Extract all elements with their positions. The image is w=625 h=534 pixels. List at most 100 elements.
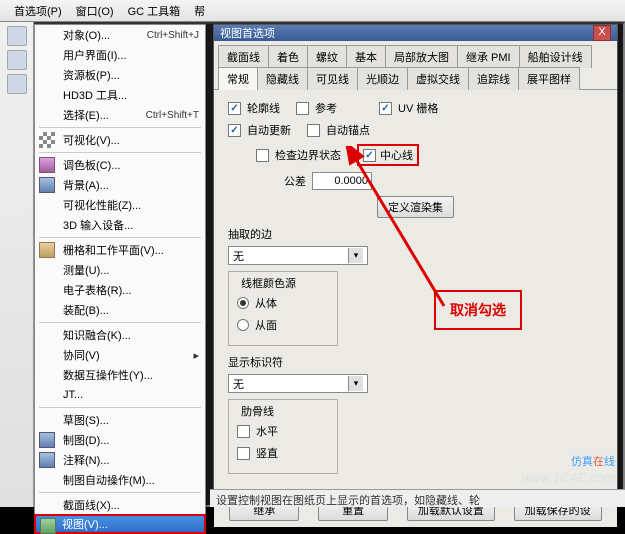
menu-item[interactable]: 协同(V)▸ bbox=[35, 345, 205, 365]
chevron-down-icon: ▾ bbox=[348, 248, 363, 263]
menu-label: 调色板(C)... bbox=[63, 157, 120, 173]
dialog-title-text: 视图首选项 bbox=[220, 25, 275, 41]
menu-preferences[interactable]: 首选项(P) bbox=[8, 1, 68, 21]
menu-item[interactable]: HD3D 工具... bbox=[35, 85, 205, 105]
label-auto-update: 自动更新 bbox=[247, 122, 291, 138]
checkbox-reference[interactable] bbox=[296, 102, 309, 115]
tool-icon[interactable] bbox=[7, 26, 27, 46]
menu-item[interactable]: 装配(B)... bbox=[35, 300, 205, 320]
wireframe-color-group: 线框颜色源 从体 从面 bbox=[228, 271, 338, 346]
tab-展平图样[interactable]: 展平图样 bbox=[518, 67, 580, 90]
menu-icon bbox=[39, 132, 55, 148]
status-bar: 设置控制视图在图纸页上显示的首选项，如隐藏线、轮 bbox=[210, 489, 625, 507]
menu-item[interactable]: 用户界面(I)... bbox=[35, 45, 205, 65]
tool-icon[interactable] bbox=[7, 74, 27, 94]
tab-可见线[interactable]: 可见线 bbox=[307, 67, 358, 90]
menu-label: 草图(S)... bbox=[63, 412, 109, 428]
menu-item[interactable]: 制图自动操作(M)... bbox=[35, 470, 205, 490]
menu-icon bbox=[39, 177, 55, 193]
radio-from-face[interactable] bbox=[237, 319, 249, 331]
menu-gc-toolbox[interactable]: GC 工具箱 bbox=[122, 1, 187, 21]
menu-label: 选择(E)... bbox=[63, 107, 109, 123]
tab-局部放大图[interactable]: 局部放大图 bbox=[385, 45, 458, 68]
menu-item[interactable]: 注释(N)... bbox=[35, 450, 205, 470]
menu-item[interactable]: 对象(O)... Ctrl+Shift+J bbox=[35, 25, 205, 45]
menu-label: 截面线(X)... bbox=[63, 497, 120, 513]
menu-item[interactable]: 截面线(X)... bbox=[35, 495, 205, 515]
label-auto-anchor: 自动锚点 bbox=[326, 122, 370, 138]
menu-window[interactable]: 窗口(O) bbox=[70, 1, 120, 21]
extract-edge-value: 无 bbox=[233, 248, 244, 264]
menu-label: 可视化(V)... bbox=[63, 132, 120, 148]
display-id-value: 无 bbox=[233, 376, 244, 392]
menu-item[interactable]: 资源板(P)... bbox=[35, 65, 205, 85]
menu-label: 对象(O)... bbox=[63, 27, 110, 43]
menu-label: 视图(V)... bbox=[62, 516, 108, 532]
radio-from-body[interactable] bbox=[237, 297, 249, 309]
menu-label: 可视化性能(Z)... bbox=[63, 197, 141, 213]
annotation-box: 取消勾选 bbox=[434, 290, 522, 330]
menu-item[interactable]: 草图(S)... bbox=[35, 410, 205, 430]
menu-item[interactable]: 3D 输入设备... bbox=[35, 215, 205, 235]
tab-基本[interactable]: 基本 bbox=[346, 45, 386, 68]
tab-光顺边[interactable]: 光顺边 bbox=[357, 67, 408, 90]
menu-label: 背景(A)... bbox=[63, 177, 109, 193]
tab-虚拟交线[interactable]: 虚拟交线 bbox=[407, 67, 469, 90]
checkbox-outline[interactable] bbox=[228, 102, 241, 115]
chevron-down-icon: ▾ bbox=[348, 376, 363, 391]
label-extract-edge: 抽取的边 bbox=[228, 226, 603, 242]
menu-label: 数据互操作性(Y)... bbox=[63, 367, 153, 383]
tool-icon[interactable] bbox=[7, 50, 27, 70]
label-from-face: 从面 bbox=[255, 317, 277, 333]
display-id-select[interactable]: 无 ▾ bbox=[228, 374, 368, 393]
tab-隐藏线[interactable]: 隐藏线 bbox=[257, 67, 308, 90]
checkbox-horizontal[interactable] bbox=[237, 425, 250, 438]
menu-item[interactable]: JT... bbox=[35, 385, 205, 405]
tab-着色[interactable]: 着色 bbox=[268, 45, 308, 68]
tab-船舶设计线[interactable]: 船舶设计线 bbox=[519, 45, 592, 68]
checkbox-uv-grid[interactable] bbox=[379, 102, 392, 115]
label-uv-grid: UV 栅格 bbox=[398, 100, 438, 116]
menu-label: 制图自动操作(M)... bbox=[63, 472, 155, 488]
menu-item[interactable]: 电子表格(R)... bbox=[35, 280, 205, 300]
label-display-identifier: 显示标识符 bbox=[228, 354, 603, 370]
menu-item[interactable]: 视图(V)... bbox=[34, 514, 206, 534]
tab-常规[interactable]: 常规 bbox=[218, 67, 258, 90]
menu-item[interactable]: 栅格和工作平面(V)... bbox=[35, 240, 205, 260]
menu-item[interactable]: 背景(A)... bbox=[35, 175, 205, 195]
tab-追踪线[interactable]: 追踪线 bbox=[468, 67, 519, 90]
menu-icon bbox=[39, 157, 55, 173]
checkbox-auto-anchor[interactable] bbox=[307, 124, 320, 137]
menu-help[interactable]: 帮 bbox=[188, 1, 211, 21]
menu-label: JT... bbox=[63, 389, 83, 401]
dialog-body: 轮廓线 参考 UV 栅格 自动更新 自动锚点 检查边界状态 中心线 公差 bbox=[214, 90, 617, 492]
tab-螺纹[interactable]: 螺纹 bbox=[307, 45, 347, 68]
extract-edge-select[interactable]: 无 ▾ bbox=[228, 246, 368, 265]
menu-icon bbox=[39, 432, 55, 448]
tab-截面线[interactable]: 截面线 bbox=[218, 45, 269, 68]
menu-item[interactable]: 调色板(C)... bbox=[35, 155, 205, 175]
tolerance-input[interactable] bbox=[312, 172, 372, 190]
menu-item[interactable]: 数据互操作性(Y)... bbox=[35, 365, 205, 385]
tab-继承 PMI[interactable]: 继承 PMI bbox=[457, 45, 520, 68]
menu-shortcut: Ctrl+Shift+J bbox=[147, 30, 199, 41]
menu-item[interactable]: 选择(E)... Ctrl+Shift+T bbox=[35, 105, 205, 125]
menu-label: 注释(N)... bbox=[63, 452, 109, 468]
group-title-rib: 肋骨线 bbox=[237, 403, 278, 419]
menu-shortcut: Ctrl+Shift+T bbox=[146, 110, 199, 121]
menu-item[interactable]: 制图(D)... bbox=[35, 430, 205, 450]
menu-item[interactable]: 知识融合(K)... bbox=[35, 325, 205, 345]
checkbox-centerline[interactable] bbox=[363, 149, 376, 162]
close-icon[interactable]: X bbox=[593, 25, 611, 41]
left-toolbar bbox=[0, 22, 34, 507]
menu-item[interactable]: 可视化(V)... bbox=[35, 130, 205, 150]
define-render-set-button[interactable]: 定义渲染集 bbox=[377, 196, 454, 218]
main-menu-bar: 首选项(P) 窗口(O) GC 工具箱 帮 bbox=[0, 0, 625, 22]
checkbox-boundary-check[interactable] bbox=[256, 149, 269, 162]
menu-label: HD3D 工具... bbox=[63, 87, 127, 103]
menu-item[interactable]: 测量(U)... bbox=[35, 260, 205, 280]
checkbox-vertical[interactable] bbox=[237, 447, 250, 460]
menu-label: 协同(V) bbox=[63, 347, 100, 363]
menu-item[interactable]: 可视化性能(Z)... bbox=[35, 195, 205, 215]
checkbox-auto-update[interactable] bbox=[228, 124, 241, 137]
